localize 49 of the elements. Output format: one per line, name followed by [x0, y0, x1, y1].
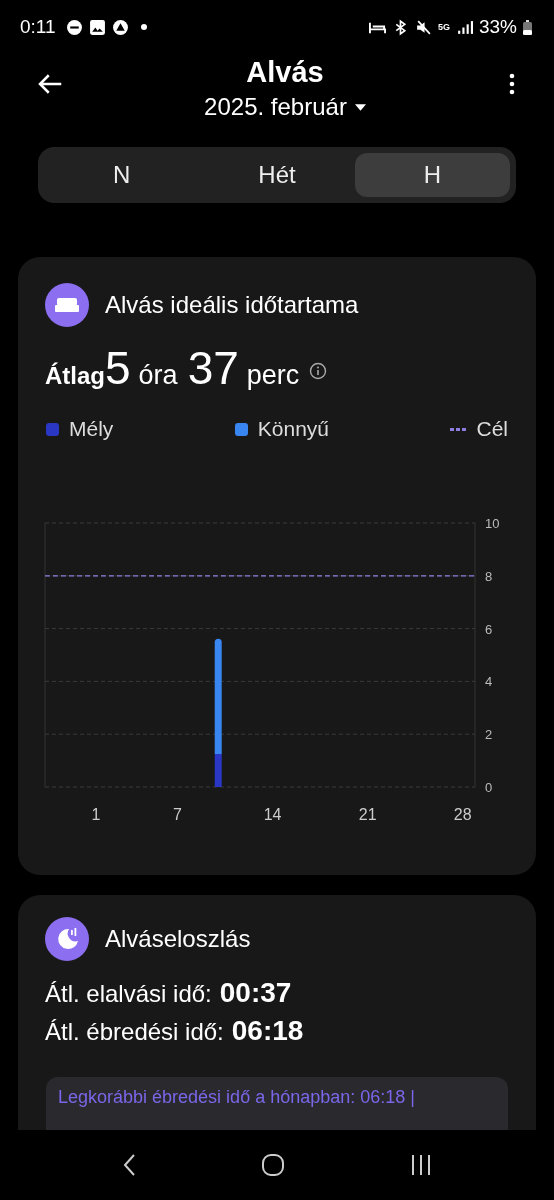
- note-text: Legkorábbi ébredési idő a hónapban: 06:18 |: [58, 1087, 415, 1107]
- app-icon: [111, 18, 129, 36]
- notification-dot-icon: [140, 24, 147, 30]
- x-axis-label: 14: [263, 806, 282, 823]
- legend-label: Mély: [69, 417, 114, 441]
- period-tab[interactable]: H: [354, 153, 510, 197]
- legend-label: Cél: [476, 417, 508, 441]
- page-title: Alvás: [246, 55, 324, 90]
- card-title: Alvás ideális időtartama: [105, 291, 359, 319]
- card-title: Alváseloszlás: [105, 925, 251, 953]
- y-axis-label: 4: [485, 674, 493, 690]
- info-icon[interactable]: [309, 362, 328, 380]
- network-label: 5G: [437, 22, 450, 32]
- average-hours: 5: [105, 341, 131, 395]
- back-nav-icon[interactable]: [122, 1153, 137, 1177]
- clock: 0:11: [20, 16, 56, 38]
- hours-unit: óra: [138, 360, 178, 391]
- y-axis-label: 0: [485, 780, 493, 795]
- bed-icon: [45, 283, 89, 327]
- y-axis-label: 10: [485, 516, 500, 531]
- mute-icon: [414, 18, 432, 36]
- stat-value: 00:37: [219, 977, 292, 1009]
- period-dropdown[interactable]: 2025. február: [204, 90, 366, 124]
- recent-apps-icon[interactable]: [409, 1154, 432, 1176]
- caret-icon: [354, 103, 366, 111]
- legend-label: Könnyű: [257, 417, 330, 441]
- stat-value: 06:18: [231, 1015, 304, 1047]
- more-icon: [509, 72, 515, 96]
- x-axis-label: 7: [173, 806, 182, 823]
- period-tab[interactable]: Hét: [199, 153, 355, 197]
- signal-icon: [455, 18, 473, 36]
- stat-label: Átl. ébredési idő:: [45, 1018, 224, 1046]
- average-minutes: 37: [187, 341, 239, 395]
- do-not-disturb-icon: [65, 18, 83, 36]
- y-axis-label: 6: [485, 621, 493, 637]
- moon-icon: [45, 917, 89, 961]
- x-axis-label: 1: [91, 806, 101, 823]
- stat-label: Átl. elalvási idő:: [45, 980, 212, 1008]
- x-axis-label: 21: [358, 806, 377, 823]
- x-axis-label: 28: [453, 806, 472, 823]
- average-label: Átlag: [45, 362, 105, 390]
- home-nav-icon[interactable]: [261, 1153, 285, 1177]
- y-axis-label: 2: [485, 727, 493, 743]
- minutes-unit: perc: [246, 360, 300, 391]
- battery-level: 33%: [478, 16, 517, 38]
- period-tab[interactable]: N: [44, 153, 200, 197]
- battery-icon: [523, 19, 532, 35]
- y-axis-label: 8: [485, 568, 493, 584]
- image-icon: [88, 18, 106, 36]
